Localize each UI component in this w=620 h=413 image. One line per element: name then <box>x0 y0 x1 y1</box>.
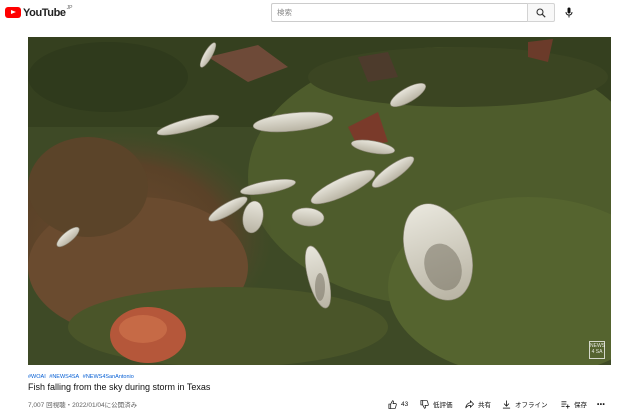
download-button[interactable]: オフライン <box>502 398 548 410</box>
thumbs-down-icon <box>420 399 429 409</box>
logo-country-code: JP <box>66 4 73 11</box>
youtube-logo[interactable]: YouTube JP <box>5 4 73 19</box>
dislike-button[interactable]: 低評価 <box>420 398 453 410</box>
search-bar <box>271 3 555 22</box>
youtube-play-icon <box>5 7 21 18</box>
video-player[interactable]: NEWS 4 SA <box>28 37 611 365</box>
voice-search-button[interactable] <box>561 4 577 21</box>
search-input[interactable] <box>271 3 527 22</box>
hashtag-list: #WOAI #NEWS4SA #NEWS4SanAntonio <box>28 374 136 380</box>
save-label: 保存 <box>574 402 587 409</box>
thumbs-up-icon <box>388 399 397 409</box>
save-button[interactable]: 保存 <box>561 398 587 410</box>
like-button[interactable]: 43 <box>388 398 408 410</box>
more-icon: ••• <box>597 400 606 408</box>
top-bar: YouTube JP <box>0 0 620 26</box>
video-title: Fish falling from the sky during storm i… <box>28 382 211 392</box>
video-frame <box>28 37 611 365</box>
channel-watermark: NEWS 4 SA <box>589 341 605 359</box>
download-icon <box>502 399 511 409</box>
share-button[interactable]: 共有 <box>465 398 491 410</box>
more-actions-button[interactable]: ••• <box>597 398 605 410</box>
hashtag-link[interactable]: #WOAI <box>28 374 46 380</box>
offline-label: オフライン <box>515 402 548 409</box>
video-meta: 7,007 回視聴・2022/01/04に公開済み <box>28 402 138 409</box>
dislike-label: 低評価 <box>433 402 453 409</box>
search-icon <box>536 7 546 18</box>
share-label: 共有 <box>478 402 491 409</box>
logo-text: YouTube <box>23 6 66 19</box>
hashtag-link[interactable]: #NEWS4SanAntonio <box>83 374 134 380</box>
search-button[interactable] <box>527 3 555 22</box>
microphone-icon <box>565 7 573 18</box>
share-icon <box>465 399 474 408</box>
hashtag-link[interactable]: #NEWS4SA <box>49 374 79 380</box>
like-count: 43 <box>401 400 409 408</box>
playlist-add-icon <box>561 400 570 409</box>
